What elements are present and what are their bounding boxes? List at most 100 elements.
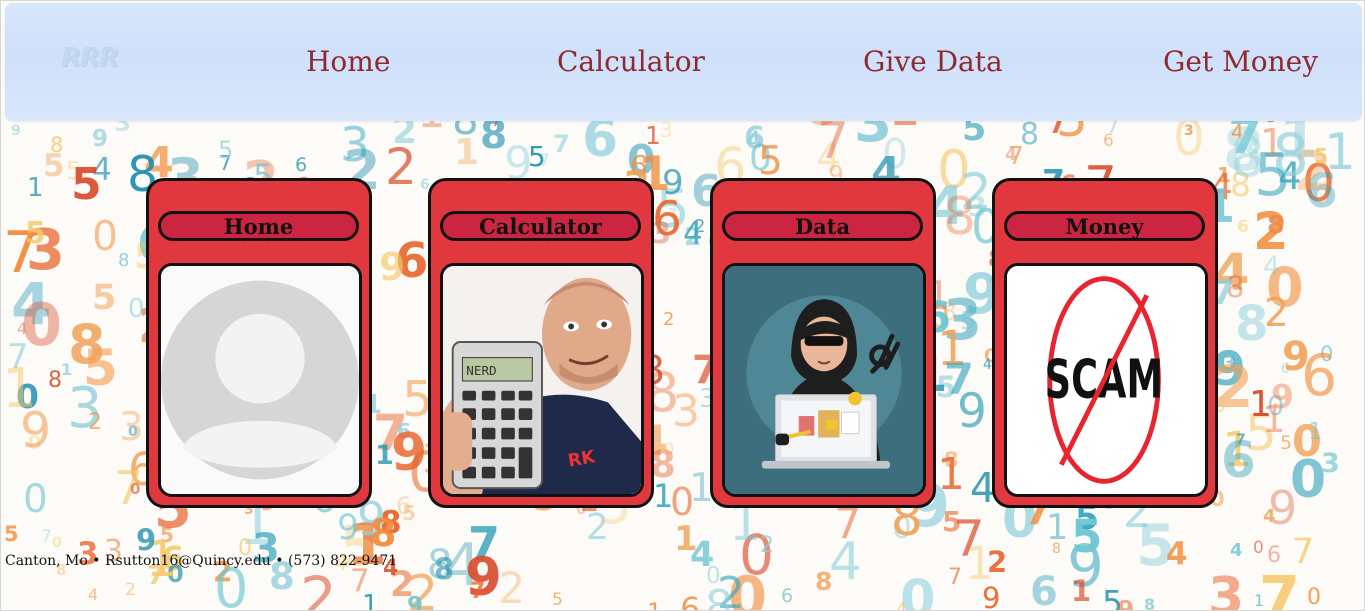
background-digit: 7 [41,527,52,547]
background-digit: 8 [1020,117,1039,152]
background-digit: 5 [92,278,116,318]
card-data[interactable]: Data [710,178,936,508]
background-digit: 8 [68,313,106,376]
background-digit: 4 [17,319,27,338]
background-digit: 0 [128,294,145,324]
background-digit: 1 [362,590,379,611]
background-digit: 0 [706,563,721,589]
man-holding-calculator-photo[interactable]: RK NERD [440,263,644,497]
background-digit: 2 [125,580,136,600]
background-digit: 9 [92,126,108,152]
background-digit: 4 [983,357,992,373]
background-digit: 6 [295,154,307,176]
background-digit: 6 [781,585,793,607]
background-digit: 6 [1301,343,1337,409]
background-digit: 5 [1254,140,1292,209]
background-digit: 8 [118,250,129,271]
card-title-calculator: Calculator [440,211,641,241]
background-digit: 5 [71,159,102,210]
background-digit: 3 [119,405,144,450]
background-digit: 5 [528,140,546,173]
nav-link-get-money[interactable]: Get Money [1163,45,1318,78]
card-money[interactable]: Money SCAM [992,178,1218,508]
background-digit: 0 [92,212,118,260]
background-digit: 1 [674,519,698,559]
background-digit: 0 [670,480,694,524]
background-digit: 3 [1208,567,1244,611]
background-digit: 5 [4,522,19,546]
background-digit: 7 [948,565,962,590]
background-digit: 0 [1290,450,1326,510]
background-digit: 9 [11,123,21,139]
background-digit: 2 [385,138,417,196]
background-digit: 9 [379,245,405,289]
page: 0011436042930808836723567059368102560323… [0,0,1365,611]
background-digit: 9 [136,523,156,557]
background-digit: 6 [1237,217,1249,237]
background-digit: 4 [88,585,98,604]
background-digit: 1 [647,598,662,611]
card-home[interactable]: Home [146,178,372,508]
nav-link-give-data[interactable]: Give Data [863,45,1003,78]
background-digit: 7 [553,130,570,158]
nav-link-home[interactable]: Home [306,45,390,78]
background-digit: 9 [982,581,1000,611]
background-digit: 4 [746,126,761,154]
background-digit: 2 [300,564,337,611]
background-digit: 9 [337,508,359,548]
background-digit: 0 [1253,538,1264,558]
no-scam-sign[interactable]: SCAM [1004,263,1208,497]
background-digit: 0 [1307,585,1321,610]
background-digit: 8 [48,368,62,393]
background-digit: 8 [1144,595,1155,611]
background-digit: 2 [1253,203,1289,262]
nav-link-calculator[interactable]: Calculator [557,45,705,78]
card-title-money: Money [1004,211,1205,241]
background-digit: 6 [680,590,700,611]
default-avatar-icon[interactable] [158,263,362,497]
background-digit: 5 [218,136,233,164]
background-digit: 2 [88,410,102,435]
background-digit: 2 [498,564,525,611]
background-digit: 2 [1264,291,1289,336]
background-digit: 9 [407,593,423,611]
card-title-home: Home [158,211,359,241]
background-digit: 6 [1030,569,1058,611]
background-digit: 9 [662,163,684,203]
top-navigation-bar: RRR Home Calculator Give Data Get Money [5,3,1362,121]
background-digit: 0 [23,477,48,522]
background-digit: 7 [7,337,29,377]
card-calculator[interactable]: Calculator RK NERD [428,178,654,508]
contact-footer: Canton, Mo • Rsutton16@Quincy.edu • (573… [5,553,398,569]
background-digit: 5 [25,216,46,251]
background-digit: 0 [130,480,140,498]
background-digit: 9 [20,402,51,459]
background-digit: 8 [815,567,832,596]
svg-text:NERD: NERD [466,363,496,378]
background-digit: 4 [1005,145,1017,165]
background-digit: 5 [402,501,416,525]
background-digit: 7 [944,355,974,405]
background-digit: 8 [1052,541,1061,557]
background-digit: 7 [470,579,485,604]
background-digit: 1 [1071,574,1091,608]
background-digit: 3 [660,118,673,142]
background-digit: 5 [43,148,65,184]
background-digit: 5 [1071,510,1102,563]
background-digit: 6 [1221,431,1256,489]
background-digit: 8 [943,187,976,247]
background-digit: 2 [663,309,674,330]
background-digit: 1 [375,440,394,471]
background-digit: 0 [900,570,936,611]
card-title-data: Data [722,211,923,241]
hacker-illustration[interactable] [722,263,926,497]
background-digit: 4 [1263,506,1276,527]
background-digit: 8 [370,511,396,555]
background-digit: 1 [27,173,44,203]
background-digit: 4 [1230,540,1243,561]
background-digit: 1 [1308,419,1323,445]
background-digit: 9 [1117,595,1134,611]
site-logo[interactable]: RRR [61,43,119,73]
background-digit: 5 [552,590,563,610]
background-digit: 0 [52,535,62,551]
